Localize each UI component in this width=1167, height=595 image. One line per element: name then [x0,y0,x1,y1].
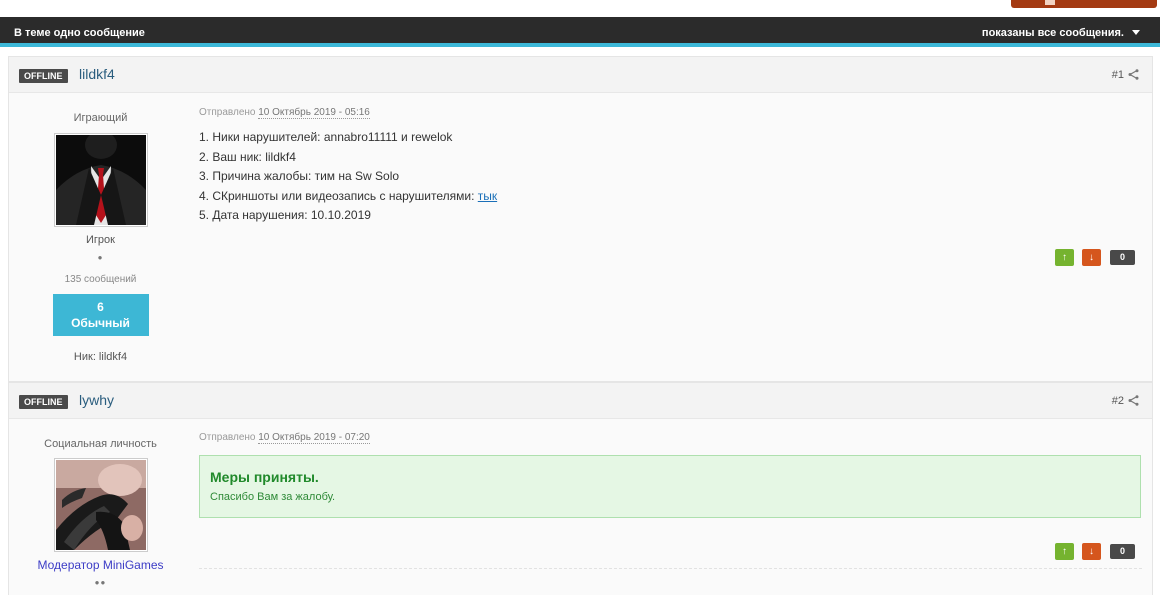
caret-down-icon [1132,30,1140,35]
post: OFFLINE lywhy #2 Социальная личность Мод… [8,382,1153,595]
forum-topic-page: В теме одно сообщение показаны все сообщ… [0,0,1167,595]
post-line: 4. СКриншоты или видеозапись с нарушител… [199,187,497,207]
vote-count: 0 [1110,544,1135,559]
post-date-link[interactable]: 10 Октябрь 2019 - 05:16 [258,107,370,119]
reputation-label: Обычный [71,316,130,330]
author-name-link[interactable]: lywhy [79,392,114,408]
reply-icon [1045,0,1055,5]
post-line: 1. Ники нарушителей: annabro11111 и rewe… [199,130,453,144]
arrow-up-icon: ↑ [1062,252,1067,263]
post-line: 2. Ваш ник: lildkf4 [199,149,296,164]
topic-bar: В теме одно сообщение показаны все сообщ… [0,17,1160,47]
post-number-link[interactable]: #2 [1112,395,1124,407]
vote-down-button[interactable]: ↓ [1082,543,1101,560]
rank-pips-wrap: ●● [9,578,192,587]
avatar[interactable] [53,458,148,552]
vote-down-button[interactable]: ↓ [1082,249,1101,266]
nick-wrap: Ник: lildkf4 [9,351,192,363]
post-header: OFFLINE lildkf4 #1 [9,57,1152,93]
avatar-wrap [9,458,192,552]
arrow-up-icon: ↑ [1062,546,1067,557]
post-number-link[interactable]: #1 [1112,69,1124,81]
rank-pips: ● [97,253,104,262]
notice-text: Спасибо Вам за жалобу. [210,491,336,503]
post-filter-dropdown[interactable]: показаны все сообщения. [982,27,1140,39]
rank-pips-wrap: ● [9,253,192,262]
author-info: Играющий [9,112,192,124]
vote-up-button[interactable]: ↑ [1055,249,1074,266]
author-rank-wrap: Модератор MiniGames [9,558,192,572]
avatar[interactable] [53,133,148,227]
post-filter-label: показаны все сообщения. [981,27,1124,39]
post: OFFLINE lildkf4 #1 Играющий Игрок ● 135 … [8,56,1153,382]
notice-title: Меры приняты. [210,469,319,485]
game-nick: Ник: lildkf4 [73,351,128,363]
author-name-link[interactable]: lildkf4 [79,66,115,82]
vote-up-button[interactable]: ↑ [1055,543,1074,560]
avatar-image [55,135,146,225]
posted-label: Отправлено [199,107,256,118]
vote-count: 0 [1110,250,1135,265]
member-group: Социальная личность [44,438,157,450]
member-rank: Игрок [86,234,115,246]
arrow-down-icon: ↓ [1089,546,1094,557]
post-date-link[interactable]: 10 Октябрь 2019 - 07:20 [258,432,370,444]
post-line-text: 4. СКриншоты или видеозапись с нарушител… [199,188,475,203]
post-meta: Отправлено 10 Октябрь 2019 - 05:16 [199,107,370,119]
status-badge: OFFLINE [19,395,68,409]
author-rank-wrap: Игрок [9,234,192,246]
reputation-badge: 6 Обычный [52,294,149,336]
author-info: Социальная личность [9,438,192,450]
post-body: 1. Ники нарушителей: annabro11111 и rewe… [199,128,497,226]
share-icon[interactable] [1128,395,1139,406]
post-count: 135 сообщений [64,274,137,285]
post-count-wrap: 135 сообщений [9,274,192,285]
moderator-rank: Модератор MiniGames [37,558,164,572]
topic-post-count: В теме одно сообщение [14,27,145,39]
moderation-notice: Меры приняты. Спасибо Вам за жалобу. [199,455,1141,518]
post-header: OFFLINE lywhy #2 [9,383,1152,419]
reply-button[interactable] [1011,0,1157,8]
evidence-link[interactable]: тык [478,189,497,203]
post-line: 5. Дата нарушения: 10.10.2019 [199,208,371,222]
member-group: Играющий [73,112,128,124]
avatar-wrap [9,133,192,227]
rank-pips: ●● [94,578,107,587]
post-line: 3. Причина жалобы: тим на Sw Solo [199,169,400,183]
reputation-value: 6 [97,300,104,314]
reputation-wrap: 6 Обычный [9,294,192,336]
post-meta: Отправлено 10 Октябрь 2019 - 07:20 [199,432,370,444]
share-icon[interactable] [1128,69,1139,80]
avatar-image [55,460,146,550]
post-divider [199,568,1142,569]
posted-label: Отправлено [199,432,256,443]
arrow-down-icon: ↓ [1089,252,1094,263]
status-badge: OFFLINE [19,69,68,83]
